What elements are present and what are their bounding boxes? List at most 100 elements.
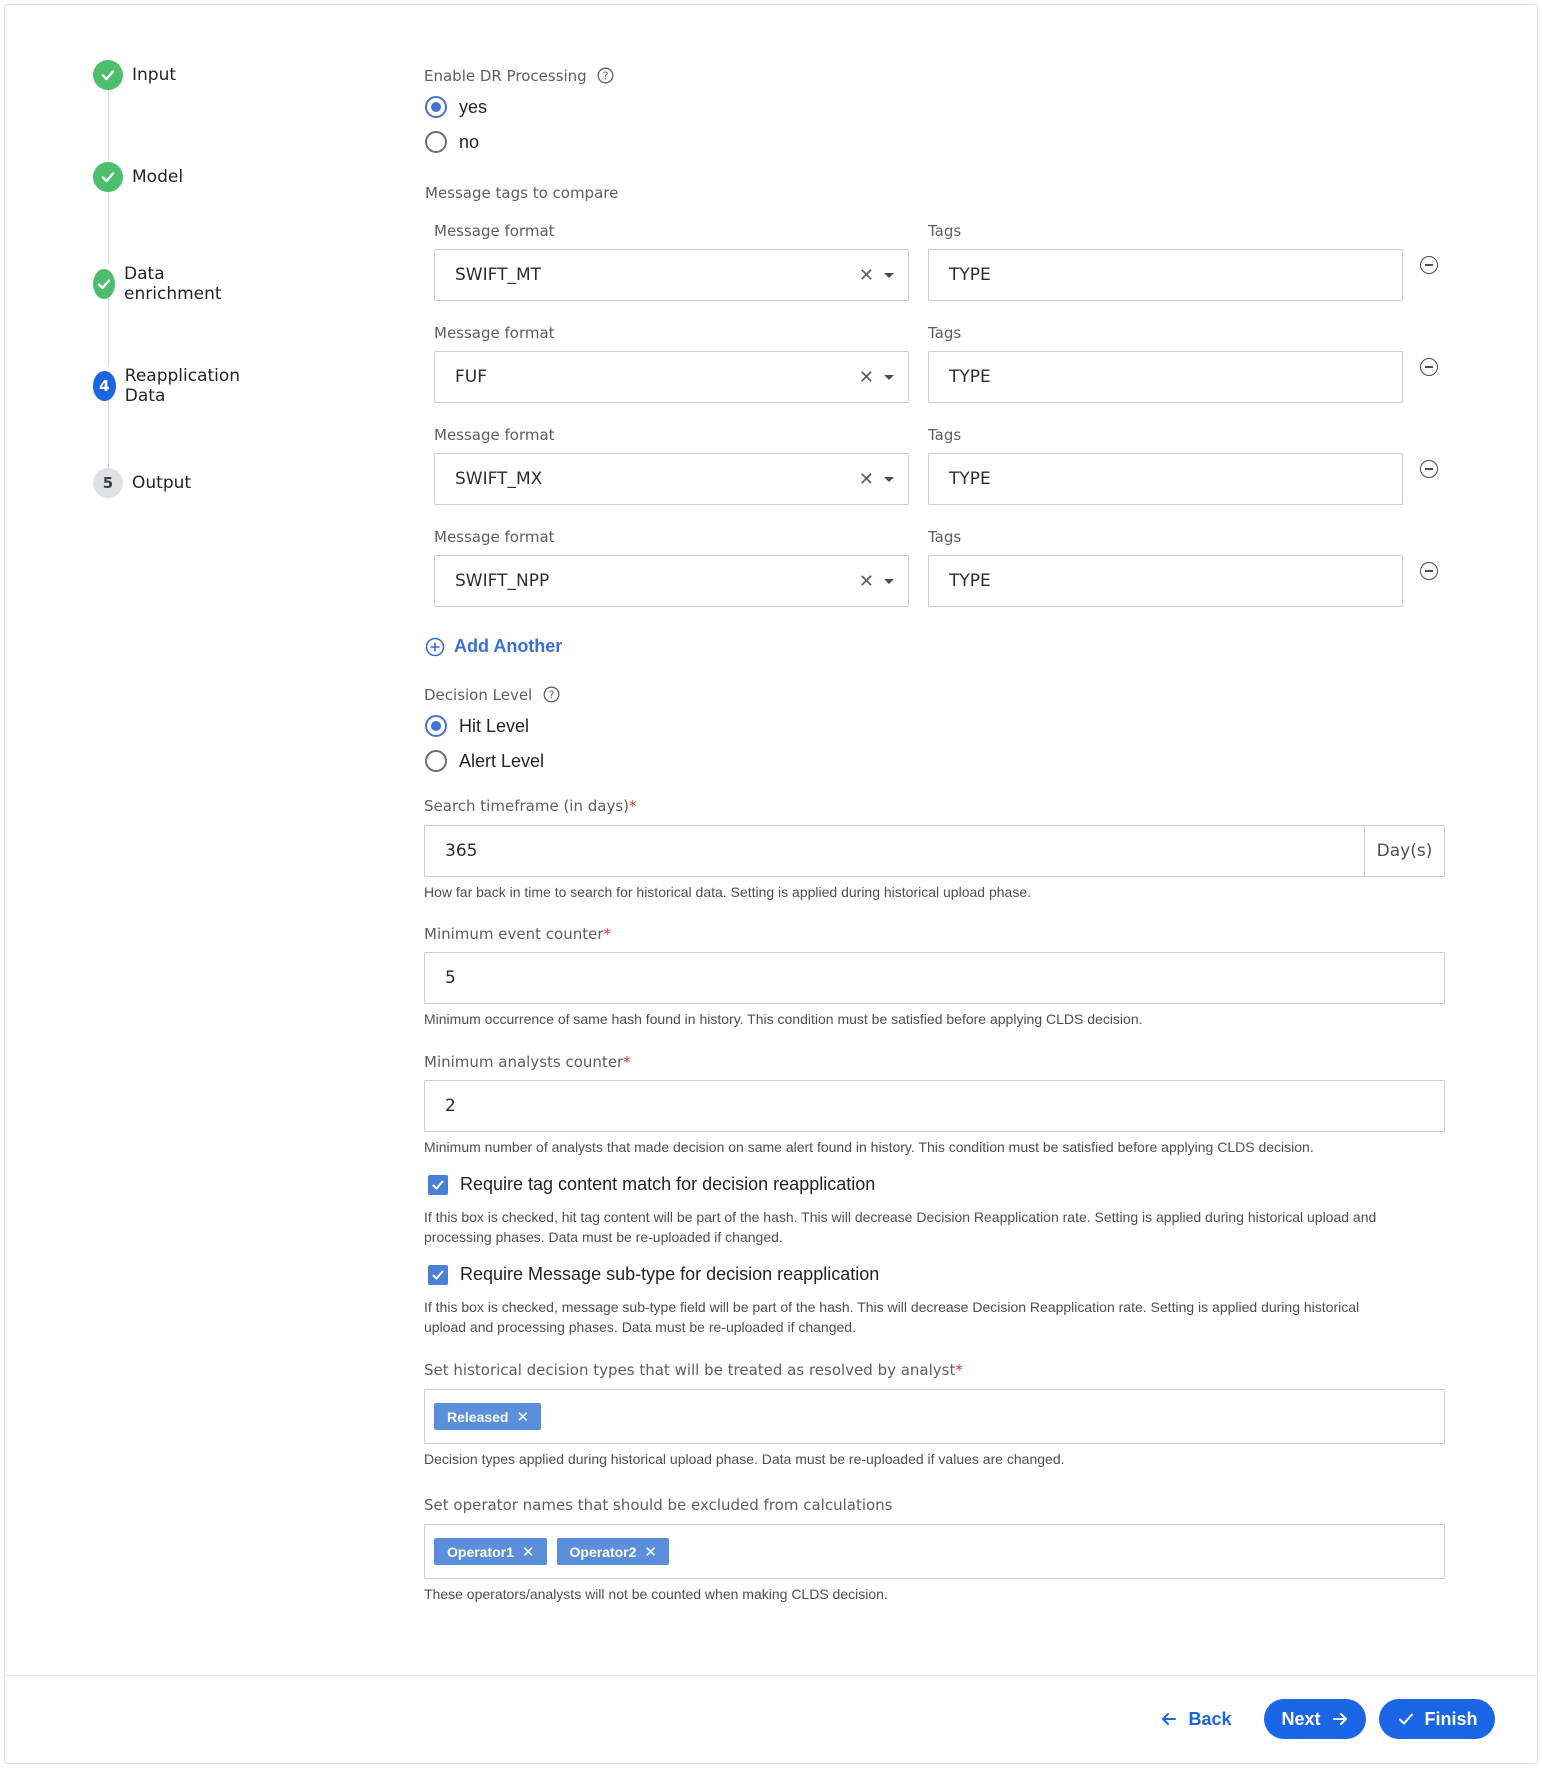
clear-icon[interactable]: ✕ (859, 265, 874, 286)
resolved-types-label: Set historical decision types that will … (424, 1361, 963, 1379)
min-analysts-counter-input[interactable]: 2 (424, 1080, 1445, 1132)
message-format-value: SWIFT_MT (455, 265, 542, 285)
clear-icon[interactable]: ✕ (859, 367, 874, 388)
message-format-value: SWIFT_MX (455, 469, 543, 489)
min-event-counter-input[interactable]: 5 (424, 952, 1445, 1004)
min-event-counter-label: Minimum event counter* (424, 925, 611, 943)
message-format-select[interactable]: SWIFT_NPP ✕ (434, 555, 909, 607)
message-format-select[interactable]: SWIFT_MX ✕ (434, 453, 909, 505)
resolved-types-input[interactable]: Released ✕ (424, 1389, 1445, 1444)
tag-content-match-hint: If this box is checked, hit tag content … (424, 1207, 1376, 1247)
tags-value: TYPE (949, 265, 991, 285)
chevron-down-icon[interactable] (884, 578, 894, 584)
dr-processing-label: Enable DR Processing ? (424, 67, 614, 88)
message-format-select[interactable]: FUF ✕ (434, 351, 909, 403)
clear-icon[interactable]: ✕ (859, 469, 874, 490)
back-button[interactable]: Back (1156, 1699, 1236, 1739)
required-marker: * (955, 1361, 963, 1379)
tags-input[interactable]: TYPE (928, 453, 1403, 505)
step-output[interactable]: 5 Output (93, 468, 191, 498)
message-subtype-hint: If this box is checked, message sub-type… (424, 1297, 1359, 1337)
min-analysts-counter-value: 2 (445, 1096, 456, 1116)
min-event-counter-value: 5 (445, 968, 456, 988)
radio-button[interactable] (425, 715, 447, 737)
add-another-button[interactable]: Add Another (425, 636, 562, 657)
step-label: Output (132, 473, 192, 493)
remove-row-icon[interactable] (1420, 256, 1438, 274)
message-subtype-checkbox[interactable]: Require Message sub-type for decision re… (428, 1264, 879, 1285)
step-reapplication-data[interactable]: 4 Reapplication Data (93, 366, 247, 406)
step-input[interactable]: Input (93, 60, 176, 90)
radio-alert-level[interactable]: Alert Level (425, 750, 544, 772)
radio-label: no (459, 131, 480, 152)
tag-content-match-checkbox[interactable]: Require tag content match for decision r… (428, 1174, 875, 1195)
step-connector (108, 396, 109, 468)
chevron-down-icon[interactable] (884, 374, 894, 380)
chip-label: Operator2 (569, 1543, 637, 1560)
tags-input[interactable]: TYPE (928, 555, 1403, 607)
radio-button[interactable] (425, 750, 447, 772)
radio-label: Hit Level (459, 715, 530, 736)
remove-row-icon[interactable] (1420, 358, 1438, 376)
tags-label: Tags (928, 426, 962, 444)
next-button[interactable]: Next (1264, 1699, 1366, 1739)
min-event-counter-label-text: Minimum event counter (424, 925, 604, 943)
hint-line: If this box is checked, message sub-type… (424, 1299, 1360, 1315)
tags-value: TYPE (949, 469, 991, 489)
remove-row-icon[interactable] (1420, 562, 1438, 580)
close-icon[interactable]: ✕ (516, 1408, 529, 1426)
chevron-down-icon[interactable] (884, 476, 894, 482)
step-number: 5 (93, 468, 123, 498)
tags-label: Tags (928, 528, 962, 546)
search-timeframe-label-text: Search timeframe (in days) (424, 797, 629, 815)
hint-line: If this box is checked, hit tag content … (424, 1209, 1377, 1225)
tags-label: Tags (928, 324, 962, 342)
close-icon[interactable]: ✕ (644, 1543, 657, 1561)
remove-row-icon[interactable] (1420, 460, 1438, 478)
message-format-select[interactable]: SWIFT_MT ✕ (434, 249, 909, 301)
radio-yes[interactable]: yes (425, 96, 487, 118)
tags-input[interactable]: TYPE (928, 249, 1403, 301)
step-data-enrichment[interactable]: Data enrichment (93, 264, 230, 304)
min-analysts-counter-label-text: Minimum analysts counter (424, 1053, 624, 1071)
required-marker: * (603, 925, 612, 943)
search-timeframe-input[interactable]: 365 Day(s) (424, 825, 1445, 877)
excluded-operators-hint: These operators/analysts will not be cou… (424, 1586, 888, 1602)
chip-released[interactable]: Released ✕ (434, 1403, 542, 1430)
message-format-label: Message format (434, 528, 555, 546)
finish-button[interactable]: Finish (1379, 1699, 1495, 1739)
message-format-label: Message format (434, 324, 555, 342)
excluded-operators-input[interactable]: Operator1 ✕ Operator2 ✕ (424, 1524, 1445, 1579)
min-analysts-counter-label: Minimum analysts counter* (424, 1053, 631, 1071)
decision-level-label-text: Decision Level (424, 686, 533, 704)
decision-level-label: Decision Level ? (424, 686, 560, 707)
help-icon[interactable]: ? (597, 67, 614, 88)
clear-icon[interactable]: ✕ (859, 571, 874, 592)
radio-no[interactable]: no (425, 131, 479, 153)
hint-line: processing phases. Data must be re-uploa… (424, 1229, 783, 1245)
close-icon[interactable]: ✕ (522, 1543, 535, 1561)
step-label: Data enrichment (124, 264, 222, 304)
step-label: Input (132, 65, 177, 85)
finish-label: Finish (1424, 1708, 1478, 1729)
chip-operator1[interactable]: Operator1 ✕ (434, 1538, 547, 1565)
chevron-down-icon[interactable] (884, 272, 894, 278)
required-marker: * (629, 797, 637, 815)
radio-button[interactable] (425, 131, 447, 153)
step-model[interactable]: Model (93, 162, 183, 192)
help-icon[interactable]: ? (543, 686, 560, 707)
radio-hit-level[interactable]: Hit Level (425, 715, 529, 737)
step-label: Reapplication Data (124, 366, 241, 406)
tags-label: Tags (928, 222, 962, 240)
search-timeframe-label: Search timeframe (in days)* (424, 797, 637, 815)
radio-label: yes (459, 96, 488, 117)
resolved-types-hint: Decision types applied during historical… (424, 1451, 1065, 1467)
step-label: Model (132, 167, 184, 187)
tags-input[interactable]: TYPE (928, 351, 1403, 403)
footer-divider (4, 1675, 1538, 1676)
radio-button[interactable] (425, 96, 447, 118)
chip-operator2[interactable]: Operator2 ✕ (556, 1538, 669, 1565)
plus-circle-icon (425, 637, 445, 656)
checkbox-checked[interactable] (428, 1264, 448, 1285)
checkbox-checked[interactable] (428, 1174, 448, 1195)
